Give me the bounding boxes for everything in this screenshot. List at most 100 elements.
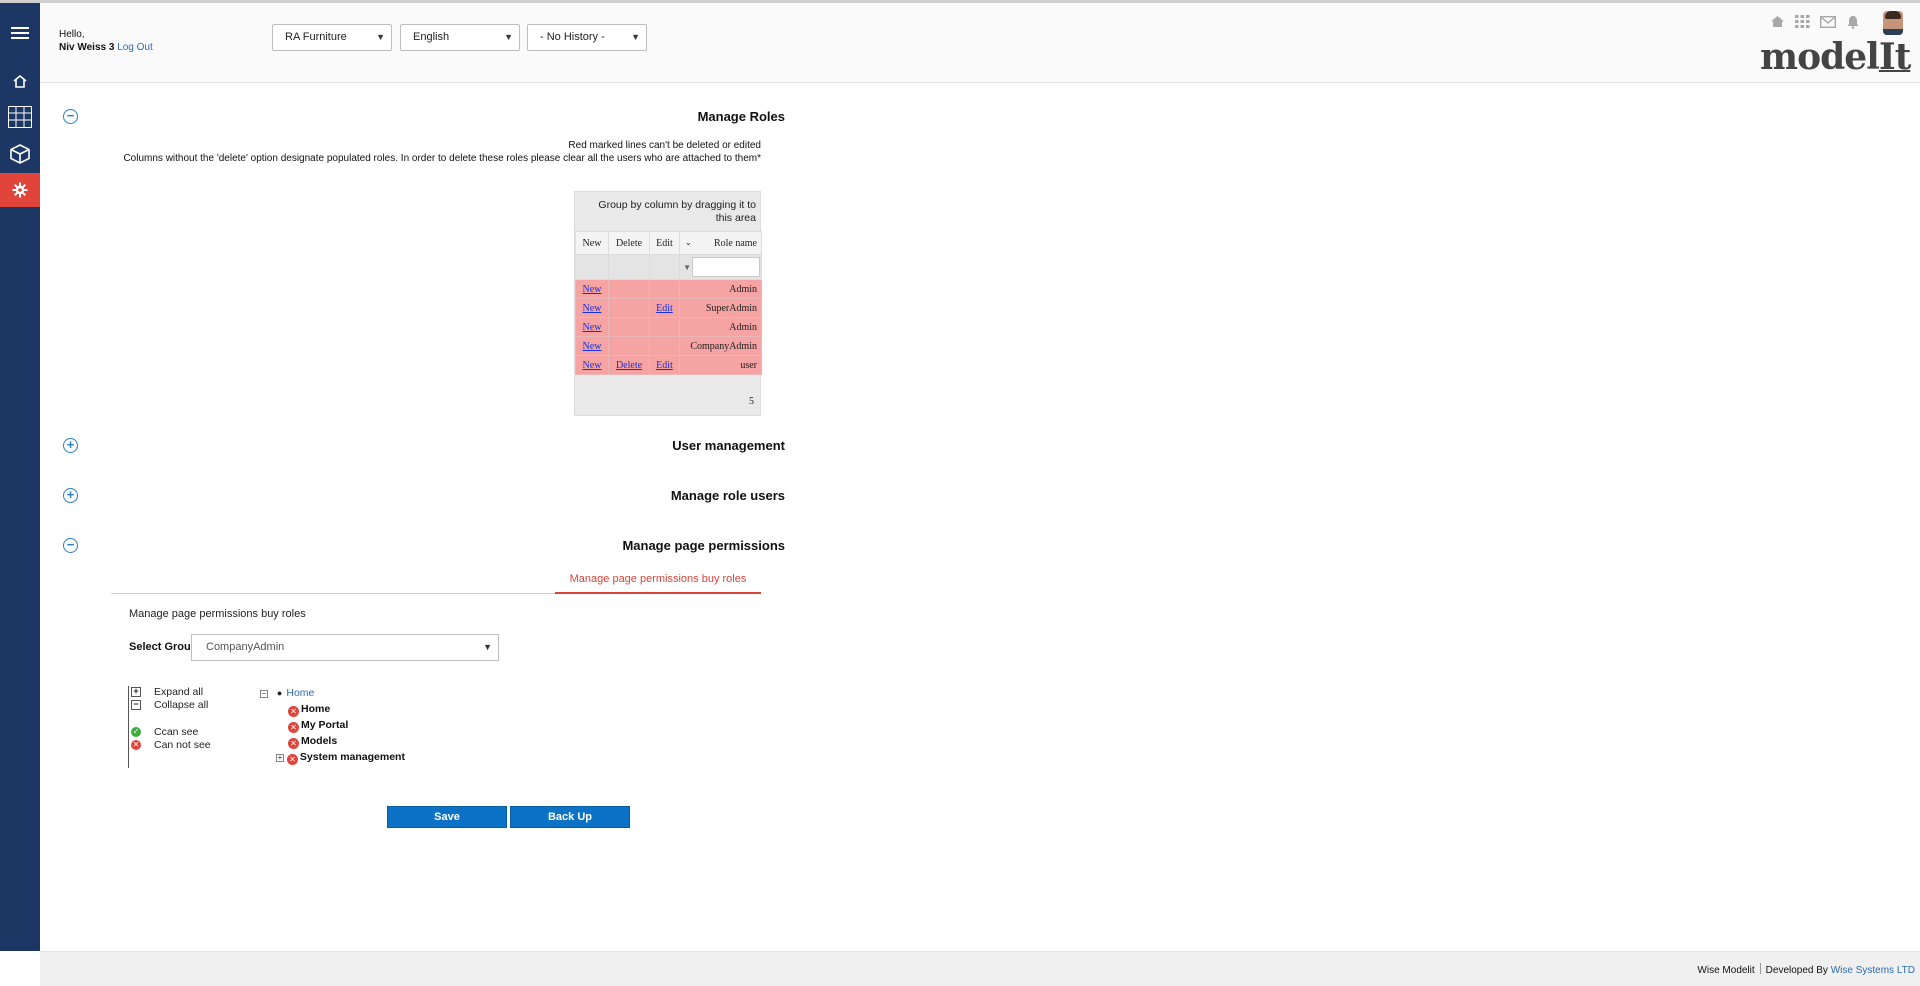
legend-can-not-see: ✕ Can not see bbox=[129, 739, 249, 752]
sidebar bbox=[0, 3, 40, 951]
chevron-down-icon: ▼ bbox=[631, 32, 640, 42]
roles-table: New Delete Edit ⌄ Role name ▼ New Admin N… bbox=[575, 231, 762, 375]
role-name-cell: Admin bbox=[679, 279, 762, 299]
cube-icon[interactable] bbox=[0, 137, 40, 171]
logo-accent-text: It bbox=[1878, 36, 1911, 78]
cross-icon[interactable]: ✕ bbox=[286, 754, 298, 765]
tree-node-label: Models bbox=[301, 735, 338, 747]
apps-grid-icon[interactable] bbox=[1795, 15, 1810, 31]
modelit-logo: modelIt bbox=[1760, 36, 1911, 78]
section-title-manage-page-permissions: Manage page permissions bbox=[622, 538, 785, 553]
new-link[interactable]: New bbox=[583, 360, 602, 371]
grid-icon[interactable] bbox=[0, 100, 40, 134]
user-name: Niv Weiss 3 bbox=[59, 42, 115, 53]
home-icon[interactable] bbox=[0, 64, 40, 98]
sort-chevron-icon[interactable]: ⌄ bbox=[685, 238, 692, 247]
logout-link[interactable]: Log Out bbox=[117, 42, 153, 53]
menu-icon[interactable] bbox=[0, 16, 40, 50]
cross-icon[interactable]: ✕ bbox=[288, 722, 299, 733]
filter-icon[interactable]: ▼ bbox=[683, 263, 691, 272]
history-select-value: - No History - bbox=[540, 31, 605, 43]
note-red-lines: Red marked lines can't be deleted or edi… bbox=[568, 140, 761, 151]
save-button[interactable]: Save bbox=[387, 806, 507, 828]
check-icon: ✓ bbox=[131, 727, 141, 737]
greeting: Hello, Niv Weiss 3 Log Out bbox=[59, 28, 153, 54]
section-title-manage-role-users: Manage role users bbox=[670, 488, 785, 503]
footer-text: Wise Modelit Developed By Wise Systems LT… bbox=[1697, 963, 1915, 976]
footer-company-link[interactable]: Wise Systems LTD bbox=[1831, 965, 1915, 976]
tree-node-my-portal[interactable]: ✕ My Portal bbox=[288, 719, 348, 733]
col-header-role-name-label: Role name bbox=[713, 237, 757, 249]
new-link[interactable]: New bbox=[583, 322, 602, 333]
collapse-all-label: Collapse all bbox=[154, 699, 209, 711]
toolbar-icons bbox=[1770, 13, 1860, 33]
tree-node-label: My Portal bbox=[301, 719, 349, 731]
footer-developed-by: Developed By bbox=[1765, 965, 1828, 976]
expand-all-button[interactable]: + Expand all bbox=[129, 686, 249, 699]
language-select[interactable]: English ▼ bbox=[400, 24, 520, 51]
mail-icon[interactable] bbox=[1819, 15, 1837, 31]
tree-node-label: Home bbox=[301, 703, 331, 715]
new-link[interactable]: New bbox=[583, 303, 602, 314]
tree-node-models[interactable]: ✕ Models bbox=[288, 735, 337, 749]
avatar[interactable] bbox=[1883, 11, 1903, 35]
roles-grid: Group by column by dragging it to this a… bbox=[574, 191, 762, 416]
role-name-cell: SuperAdmin bbox=[679, 298, 762, 318]
col-header-role-name[interactable]: ⌄ Role name bbox=[679, 231, 762, 255]
expand-icon: + bbox=[131, 687, 141, 697]
collapse-roles-icon[interactable]: − bbox=[63, 109, 78, 124]
new-link[interactable]: New bbox=[583, 341, 602, 352]
expand-user-management-icon[interactable]: + bbox=[63, 438, 78, 453]
cross-icon[interactable]: ✕ bbox=[288, 738, 299, 749]
tree-root[interactable]: − ● Home bbox=[260, 687, 314, 699]
home-icon[interactable] bbox=[1770, 15, 1785, 31]
select-group-dropdown[interactable]: CompanyAdmin ▼ bbox=[191, 634, 499, 661]
language-select-value: English bbox=[413, 31, 450, 43]
can-not-see-label: Can not see bbox=[154, 739, 211, 751]
tree-root-label[interactable]: Home bbox=[286, 687, 314, 699]
select-group-label: Select Group bbox=[129, 641, 198, 653]
col-header-new[interactable]: New bbox=[575, 231, 609, 255]
footer-product: Wise Modelit bbox=[1697, 965, 1755, 976]
delete-link[interactable]: Delete bbox=[616, 360, 642, 371]
tab-permissions-by-roles[interactable]: Manage page permissions buy roles bbox=[555, 573, 761, 594]
table-row: New Admin bbox=[575, 279, 762, 299]
col-header-edit[interactable]: Edit bbox=[649, 231, 680, 255]
role-name-cell: CompanyAdmin bbox=[679, 336, 762, 356]
collapse-all-button[interactable]: − Collapse all bbox=[129, 699, 249, 712]
header: Hello, Niv Weiss 3 Log Out RA Furniture ▼… bbox=[40, 3, 1920, 83]
filter-row: ▼ bbox=[575, 254, 762, 280]
role-name-cell: user bbox=[679, 355, 762, 375]
table-row: New CompanyAdmin bbox=[575, 336, 762, 356]
role-name-filter-input[interactable] bbox=[692, 257, 760, 277]
cross-icon[interactable]: ✕ bbox=[288, 706, 299, 717]
role-name-cell: Admin bbox=[679, 317, 762, 337]
collapse-page-permissions-icon[interactable]: − bbox=[63, 538, 78, 553]
expand-node-icon[interactable]: + bbox=[276, 754, 284, 762]
collapse-node-icon[interactable]: − bbox=[260, 690, 268, 698]
collapse-icon: − bbox=[131, 700, 141, 710]
row-count: 5 bbox=[749, 396, 754, 407]
note-delete-columns: Columns without the 'delete' option desi… bbox=[123, 153, 761, 164]
tree-node-system-management[interactable]: + ✕ System management bbox=[276, 751, 405, 765]
table-row: New Admin bbox=[575, 317, 762, 337]
permissions-subtitle: Manage page permissions buy roles bbox=[129, 608, 306, 620]
new-link[interactable]: New bbox=[583, 284, 602, 295]
chevron-down-icon: ▼ bbox=[483, 642, 492, 652]
company-select-value: RA Furniture bbox=[285, 31, 347, 43]
expand-role-users-icon[interactable]: + bbox=[63, 488, 78, 503]
tree-legend: + Expand all − Collapse all ✓ Ccan see ✕ Can… bbox=[128, 686, 211, 768]
settings-icon[interactable] bbox=[0, 173, 40, 207]
backup-button[interactable]: Back Up bbox=[510, 806, 630, 828]
bell-icon[interactable] bbox=[1846, 15, 1860, 32]
col-header-delete[interactable]: Delete bbox=[608, 231, 650, 255]
tree-node-home[interactable]: ✕ Home bbox=[288, 703, 330, 717]
company-select[interactable]: RA Furniture ▼ bbox=[272, 24, 392, 51]
edit-link[interactable]: Edit bbox=[656, 360, 673, 371]
tree-node-label: System management bbox=[299, 751, 405, 763]
expand-all-label: Expand all bbox=[154, 686, 204, 698]
group-by-area[interactable]: Group by column by dragging it to this a… bbox=[591, 199, 756, 225]
history-select[interactable]: - No History - ▼ bbox=[527, 24, 647, 51]
edit-link[interactable]: Edit bbox=[656, 303, 673, 314]
roles-notes: Red marked lines can't be deleted or edi… bbox=[110, 139, 761, 165]
